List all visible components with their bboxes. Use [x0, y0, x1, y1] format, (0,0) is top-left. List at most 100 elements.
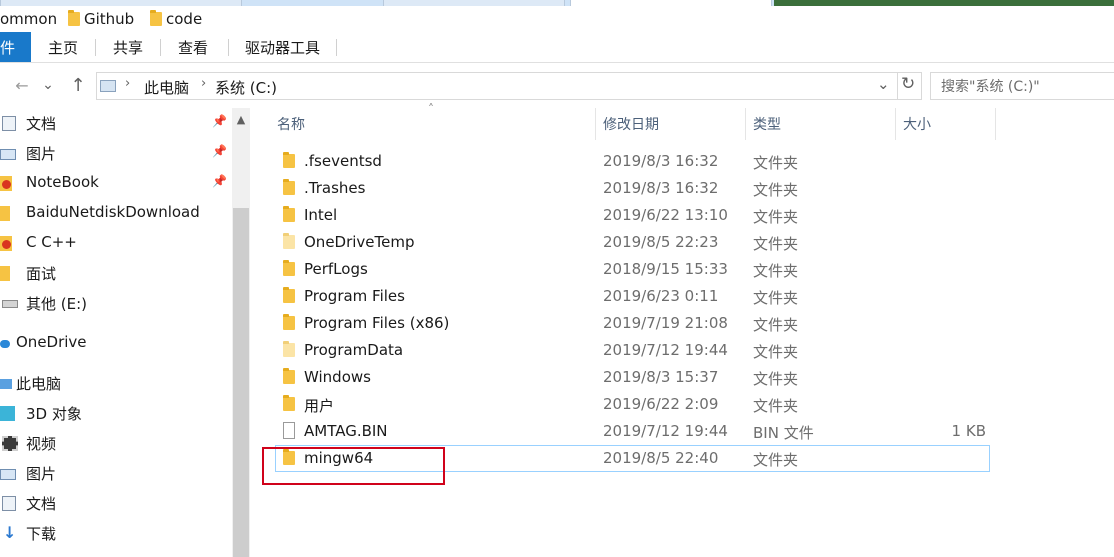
sidebar-item-label: 此电脑 — [16, 375, 62, 393]
sidebar-item-downloads[interactable]: ↓ 下载 — [0, 521, 232, 545]
quick-access-bar: ommon Github code — [0, 6, 1114, 32]
address-divider — [897, 73, 898, 99]
scroll-up-arrow-icon[interactable]: ▲ — [232, 108, 250, 130]
column-divider — [995, 108, 996, 140]
sidebar-scrollbar[interactable]: ▲ — [232, 108, 250, 557]
sidebar-item-pictures-2[interactable]: 图片 — [0, 461, 232, 485]
tab-divider — [336, 39, 337, 56]
pin-icon[interactable]: 📌 — [212, 144, 227, 160]
file-row[interactable]: .fseventsd 2019/8/3 16:32 文件夹 — [275, 148, 990, 175]
column-header-name[interactable]: 名称 — [270, 108, 596, 140]
file-row[interactable]: 用户 2019/6/22 2:09 文件夹 — [275, 391, 990, 418]
file-date: 2018/9/15 15:33 — [603, 260, 728, 278]
column-header-date[interactable]: 修改日期 — [596, 108, 746, 140]
tab-share[interactable]: 共享 — [113, 32, 143, 62]
pin-icon[interactable]: 📌 — [212, 174, 227, 190]
file-name: AMTAG.BIN — [304, 422, 388, 440]
annotation-highlight-box — [262, 447, 445, 485]
quick-item[interactable]: ommon — [0, 9, 57, 29]
folder-icon — [283, 179, 295, 195]
drive-icon — [100, 80, 116, 92]
back-arrow-icon[interactable]: ← — [12, 74, 32, 96]
tab-divider — [95, 39, 96, 56]
breadcrumb-separator-icon: › — [201, 76, 207, 91]
cube-icon — [0, 406, 15, 421]
folder-icon — [283, 368, 295, 384]
sidebar-item-this-pc[interactable]: 此电脑 — [0, 371, 232, 395]
column-header-type[interactable]: 类型 — [746, 108, 896, 140]
address-dropdown-icon[interactable]: ⌄ — [877, 75, 890, 93]
sidebar-item-label: 文档 — [26, 115, 57, 133]
sidebar-item-label: 下载 — [26, 525, 57, 543]
folder-icon — [283, 152, 295, 168]
file-row[interactable]: .Trashes 2019/8/3 16:32 文件夹 — [275, 175, 990, 202]
file-row[interactable]: PerfLogs 2018/9/15 15:33 文件夹 — [275, 256, 990, 283]
folder-icon — [283, 395, 295, 411]
sidebar-item-pictures[interactable]: 图片 📌 — [0, 141, 232, 165]
sidebar-item-drive-e[interactable]: 其他 (E:) — [0, 291, 232, 315]
search-box[interactable] — [930, 72, 1114, 100]
file-date: 2019/7/19 21:08 — [603, 314, 728, 332]
pictures-icon — [0, 469, 16, 480]
refresh-icon[interactable]: ↻ — [901, 74, 915, 94]
file-name: .fseventsd — [304, 152, 382, 170]
sidebar-item-onedrive[interactable]: OneDrive — [0, 331, 232, 355]
video-icon — [2, 436, 18, 451]
sidebar-item-label: NoteBook — [26, 173, 99, 191]
folder-icon — [68, 10, 80, 26]
tab-drive-tools[interactable]: 驱动器工具 — [245, 32, 320, 62]
folder-icon — [150, 10, 162, 26]
sidebar-item-label: OneDrive — [16, 333, 87, 351]
folder-icon — [283, 287, 295, 303]
file-row[interactable]: Program Files (x86) 2019/7/19 21:08 文件夹 — [275, 310, 990, 337]
file-row[interactable]: Windows 2019/8/3 15:37 文件夹 — [275, 364, 990, 391]
file-type: 文件夹 — [753, 397, 799, 415]
tab-divider — [160, 39, 161, 56]
file-list: ˄ 名称 修改日期 类型 大小 .fseventsd 2019/8/3 16:3… — [252, 102, 1114, 557]
sidebar-item-3d-objects[interactable]: 3D 对象 — [0, 401, 232, 425]
breadcrumb-drive-c[interactable]: 系统 (C:) — [215, 77, 277, 98]
navigation-bar: ← ⌄ ↑ › 此电脑 › 系统 (C:) ⌄ ↻ — [0, 68, 1114, 102]
file-date: 2019/6/22 2:09 — [603, 395, 719, 413]
up-arrow-icon[interactable]: ↑ — [68, 74, 88, 96]
file-row[interactable]: Program Files 2019/6/23 0:11 文件夹 — [275, 283, 990, 310]
file-icon — [283, 422, 295, 439]
file-row[interactable]: Intel 2019/6/22 13:10 文件夹 — [275, 202, 990, 229]
breadcrumb-this-pc[interactable]: 此电脑 — [144, 77, 189, 98]
file-type: 文件夹 — [753, 181, 799, 199]
folder-icon — [0, 266, 10, 281]
scrollbar-thumb[interactable] — [233, 208, 249, 557]
warning-badge-icon — [2, 240, 11, 249]
search-input[interactable] — [939, 74, 1113, 100]
pin-icon[interactable]: 📌 — [212, 114, 227, 130]
file-row[interactable]: ProgramData 2019/7/12 19:44 文件夹 — [275, 337, 990, 364]
file-row[interactable]: AMTAG.BIN 2019/7/12 19:44 BIN 文件 1 KB — [275, 418, 990, 445]
sidebar-item-documents[interactable]: 文档 📌 — [0, 111, 232, 135]
column-header-size[interactable]: 大小 — [896, 108, 996, 140]
tab-view[interactable]: 查看 — [178, 32, 208, 62]
quick-item-label: ommon — [0, 10, 58, 28]
sidebar-item-c-cpp[interactable]: C C++ — [0, 231, 232, 255]
document-icon — [2, 496, 16, 511]
tab-file[interactable]: 件 — [0, 32, 31, 62]
file-name: ProgramData — [304, 341, 404, 359]
file-date: 2019/8/3 16:32 — [603, 152, 719, 170]
sidebar-item-label: 其他 (E:) — [26, 295, 88, 313]
sidebar-item-label: 视频 — [26, 435, 57, 453]
sidebar-item-documents-2[interactable]: 文档 — [0, 491, 232, 515]
folder-icon — [283, 260, 295, 276]
folder-icon — [283, 233, 295, 249]
address-bar[interactable]: › 此电脑 › 系统 (C:) ⌄ ↻ — [96, 72, 922, 100]
file-date: 2019/8/3 16:32 — [603, 179, 719, 197]
sidebar-item-baidunetdiskdownload[interactable]: BaiduNetdiskDownload — [0, 201, 232, 225]
quick-item[interactable]: code — [150, 9, 202, 29]
pictures-icon — [0, 149, 16, 160]
recent-locations-chevron-icon[interactable]: ⌄ — [38, 74, 58, 96]
sidebar-item-notebook[interactable]: NoteBook 📌 — [0, 171, 232, 195]
tab-home[interactable]: 主页 — [48, 32, 78, 62]
file-name: .Trashes — [304, 179, 366, 197]
sidebar-item-videos[interactable]: 视频 — [0, 431, 232, 455]
file-row[interactable]: OneDriveTemp 2019/8/5 22:23 文件夹 — [275, 229, 990, 256]
quick-item[interactable]: Github — [68, 9, 134, 29]
sidebar-item-interview[interactable]: 面试 — [0, 261, 232, 285]
